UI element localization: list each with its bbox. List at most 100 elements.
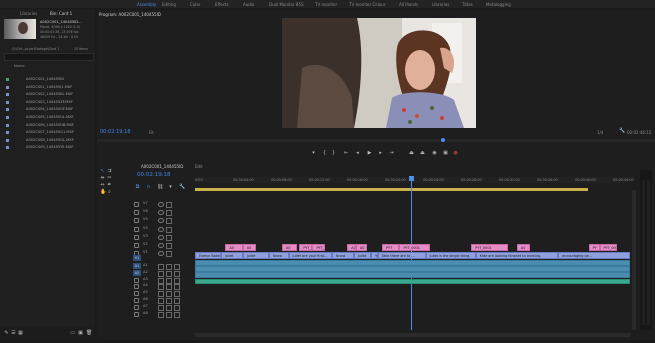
source-patch-a1[interactable]: A1 — [133, 263, 141, 269]
v2-clip[interactable]: PYT_ — [299, 244, 313, 251]
export-frame-icon[interactable]: ◉ — [432, 151, 437, 156]
program-timecode[interactable]: 00:02:19:18 — [100, 129, 131, 135]
video-track-header[interactable]: V4 — [130, 225, 192, 233]
workspace-tab[interactable]: Effects — [215, 2, 229, 7]
v2-clip[interactable]: PYT — [382, 244, 400, 251]
hand-tool-icon[interactable]: ✋ — [100, 190, 106, 195]
step-back-icon[interactable]: ◂ — [355, 151, 360, 156]
playhead-handle[interactable] — [409, 176, 414, 181]
workspace-tab[interactable]: Dual Monitor 85S — [269, 2, 304, 7]
workspace-tab[interactable]: Assembly — [137, 2, 156, 7]
sync-lock-icon[interactable] — [166, 243, 172, 249]
v2-clip[interactable]: A0 — [355, 244, 367, 251]
lift-icon[interactable]: ⏏ — [409, 151, 414, 156]
lock-icon[interactable] — [134, 234, 139, 240]
go-to-in-icon[interactable]: ⇤ — [344, 151, 349, 156]
file-list-item[interactable]: A002C004_140455OF.MXF — [6, 107, 86, 113]
v1-clip[interactable]: Evelyn Baker — [195, 252, 222, 259]
v2-clip[interactable]: A0 — [242, 244, 256, 251]
eye-icon[interactable] — [158, 226, 164, 232]
sync-lock-icon[interactable] — [166, 251, 172, 258]
workspace-tab[interactable]: TV monitor — [315, 2, 337, 7]
workspace-tab[interactable]: Titles — [462, 2, 473, 7]
v1-clip[interactable]: Juliet is the single thing. — [425, 252, 476, 259]
v2-clip[interactable]: PY — [588, 244, 600, 251]
sync-lock-icon[interactable] — [166, 226, 172, 233]
fit-dropdown[interactable]: Fit — [149, 130, 154, 135]
file-list-item[interactable]: A002C009_140455YE.MXF — [6, 145, 86, 151]
timeline-horizontal-scrollbar[interactable] — [195, 333, 630, 337]
selection-tool-icon[interactable]: ↖ — [100, 169, 105, 174]
file-list-item[interactable]: A002C008_140455GL.MXF — [6, 138, 86, 144]
add-marker-icon[interactable]: ▾ — [311, 151, 316, 156]
lock-icon[interactable] — [134, 202, 139, 207]
v1-clip[interactable]: Take there are to ... — [377, 252, 426, 259]
extract-icon[interactable]: ⏏ — [420, 151, 425, 156]
comparison-view-icon[interactable]: ▣ — [443, 151, 448, 156]
v1-clip[interactable]: Juliet — [242, 252, 269, 259]
source-patch-a2[interactable]: A2 — [133, 270, 141, 276]
v1-clip[interactable]: encouraging pe... — [558, 252, 630, 259]
audio-track-header[interactable]: A8 — [130, 310, 192, 318]
play-icon[interactable]: ▶ — [367, 151, 372, 156]
search-input[interactable] — [4, 53, 94, 61]
sync-lock-icon[interactable] — [166, 234, 172, 241]
v2-clip[interactable]: PYT_0001 — [312, 244, 326, 251]
v2-clip[interactable]: PYT_0001 — [399, 244, 430, 251]
lock-icon[interactable] — [134, 218, 139, 224]
resolution-dropdown[interactable]: 1/4 — [597, 130, 603, 135]
workspace-tab[interactable]: Audio — [243, 2, 254, 7]
source-patch-v1[interactable]: V1 — [133, 255, 141, 261]
work-area-bar[interactable] — [195, 188, 588, 191]
new-item-icon[interactable]: ▣ — [78, 331, 83, 336]
audio-clip-a4[interactable] — [195, 279, 630, 284]
trash-icon[interactable]: 🗑 — [86, 331, 92, 336]
sync-lock-icon[interactable] — [166, 210, 172, 217]
lock-icon[interactable] — [134, 210, 139, 216]
sync-lock-icon[interactable] — [166, 218, 172, 225]
eye-icon[interactable] — [158, 251, 164, 257]
tab-bin-card[interactable]: Bin: Card 1 — [50, 11, 72, 16]
workspace-tab[interactable]: Libraries — [432, 2, 449, 7]
slip-tool-icon[interactable]: ↔ — [100, 183, 105, 188]
icon-view-icon[interactable]: ▦ — [18, 331, 23, 336]
ripple-edit-tool-icon[interactable]: ⇹ — [100, 176, 105, 181]
video-track-header[interactable]: V5 — [130, 216, 192, 225]
name-column-header[interactable]: Name — [14, 64, 25, 68]
record-icon[interactable]: ● — [453, 151, 458, 156]
program-video-frame[interactable] — [282, 18, 476, 128]
video-track-header[interactable]: V2 — [130, 241, 192, 249]
folder-icon[interactable]: ▭ — [70, 331, 75, 336]
wrench-icon[interactable]: 🔧 — [619, 129, 625, 134]
tab-libraries[interactable]: Libraries — [20, 11, 37, 16]
file-list-item[interactable]: A002C001_140455I1.MXF — [6, 85, 86, 91]
pen-tool-icon[interactable]: ✒ — [107, 183, 112, 188]
eye-icon[interactable] — [158, 243, 164, 248]
file-list-item[interactable]: A002C007_140455G1.MXF — [6, 130, 86, 136]
program-monitor-title[interactable]: Program: A002C001_140455ID — [99, 12, 161, 17]
clip-thumbnail[interactable] — [4, 19, 36, 39]
pencil-icon[interactable]: ✎ — [4, 331, 9, 336]
v1-clip[interactable]: Juliet — [221, 252, 243, 259]
file-list-item[interactable]: A002C005_140455UL.MXF — [6, 115, 86, 121]
snap-icon[interactable]: ∩ — [146, 185, 151, 190]
workspace-tab[interactable]: Metalogging — [486, 2, 511, 7]
video-track-header[interactable]: V6 — [130, 208, 192, 217]
v2-clip[interactable]: A0 — [225, 244, 243, 251]
step-forward-icon[interactable]: ▸ — [378, 151, 383, 156]
video-track-header[interactable]: V3 — [130, 233, 192, 241]
razor-tool-icon[interactable]: ✂ — [107, 176, 112, 181]
v2-clip[interactable]: A0 — [282, 244, 298, 251]
file-list-item[interactable]: A002C001_140455ID — [6, 77, 86, 83]
file-list-item[interactable]: A002C003_140455ZF.MXF — [6, 100, 86, 106]
sync-lock-icon[interactable] — [166, 202, 172, 208]
mute-icon[interactable] — [158, 311, 164, 318]
file-list-item[interactable]: A002C002_140455KL.MXF — [6, 92, 86, 98]
lock-icon[interactable] — [134, 243, 139, 248]
video-track-header[interactable]: V7 — [130, 200, 192, 208]
go-to-out-icon[interactable]: ⇥ — [389, 151, 394, 156]
audio-clip-a3[interactable] — [195, 272, 630, 278]
workspace-tab[interactable]: Color — [190, 2, 200, 7]
eye-icon[interactable] — [158, 202, 164, 207]
file-list-item[interactable]: A002C006_140455UB.MXF — [6, 123, 86, 129]
